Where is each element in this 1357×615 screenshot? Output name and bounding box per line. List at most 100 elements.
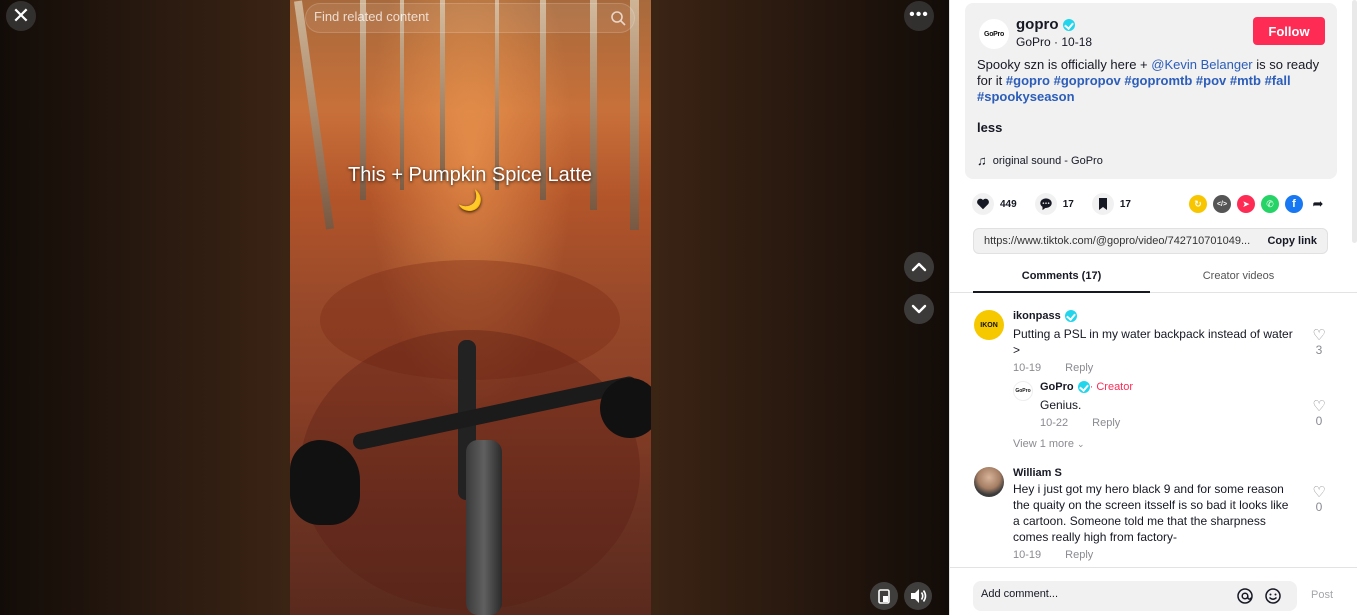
like-count: 449 xyxy=(1000,198,1017,210)
video-player[interactable]: This + Pumpkin Spice Latte 🌙 xyxy=(290,0,651,615)
details-panel: GoPro gopro GoPro · 10-18 Follow Spooky … xyxy=(949,0,1357,615)
left-glove xyxy=(290,440,360,525)
comment-text: Hey i just got my hero black 9 and for s… xyxy=(1013,482,1289,544)
tab-comments[interactable]: Comments (17) xyxy=(973,270,1150,293)
comment-composer: Post xyxy=(950,567,1357,615)
comment-input[interactable] xyxy=(981,588,1221,600)
mention-icon[interactable] xyxy=(1236,587,1254,605)
creator-label: · Creator xyxy=(1089,381,1134,393)
embed-icon[interactable]: </> xyxy=(1213,195,1231,213)
save-button[interactable]: 17 xyxy=(1091,193,1131,215)
comment-like-count: 0 xyxy=(1315,414,1323,428)
post-comment-button[interactable]: Post xyxy=(1311,589,1333,601)
comment-date: 10-22 xyxy=(1040,417,1069,429)
comment-button[interactable]: 17 xyxy=(1034,193,1074,215)
comment-like[interactable]: ♡ 0 xyxy=(1309,399,1329,428)
search-icon[interactable] xyxy=(610,10,626,26)
avatar[interactable]: GoPro xyxy=(1013,381,1033,401)
pip-button[interactable] xyxy=(870,582,898,610)
previous-video-button[interactable] xyxy=(904,252,934,282)
picture-in-picture-icon xyxy=(878,589,890,604)
comment-date: 10-19 xyxy=(1013,362,1042,374)
mention-link[interactable]: @Kevin Belanger xyxy=(1151,57,1252,72)
hashtag-link[interactable]: #gopromtb xyxy=(1124,73,1192,88)
chevron-down-icon: ⌄ xyxy=(1077,439,1085,449)
view-more-label: View 1 more xyxy=(1013,438,1074,450)
creator-avatar[interactable]: GoPro xyxy=(979,19,1009,49)
hashtag-link[interactable]: #mtb xyxy=(1230,73,1261,88)
copy-link-button[interactable]: Copy link xyxy=(1267,235,1317,247)
sound-link[interactable]: ♫ original sound - GoPro xyxy=(977,153,1103,168)
follow-button[interactable]: Follow xyxy=(1253,17,1325,45)
username-text: gopro xyxy=(1016,16,1059,33)
panel-tabs: Comments (17) Creator videos xyxy=(950,262,1357,293)
emoji-icon[interactable] xyxy=(1264,587,1282,605)
comment-author[interactable]: William S xyxy=(1013,467,1062,479)
engagement-actions: 449 17 17 xyxy=(972,193,1149,215)
whatsapp-icon[interactable]: ✆ xyxy=(1261,195,1279,213)
hashtag-link[interactable]: #gopro xyxy=(1006,73,1050,88)
video-stage: This + Pumpkin Spice Latte 🌙 ✕ ••• xyxy=(0,0,949,615)
post-info-card: GoPro gopro GoPro · 10-18 Follow Spooky … xyxy=(965,3,1337,179)
creator-username[interactable]: gopro xyxy=(1016,16,1075,33)
avatar-text: IKON xyxy=(980,321,998,329)
comment-date: 10-19 xyxy=(1013,549,1042,561)
bookmark-icon xyxy=(1091,193,1114,215)
music-note-icon: ♫ xyxy=(977,153,987,168)
reply-button[interactable]: Reply xyxy=(1065,362,1093,374)
tree-trunk xyxy=(294,0,334,230)
post-description: Spooky szn is officially here + @Kevin B… xyxy=(977,57,1329,105)
related-search-bar[interactable] xyxy=(305,3,635,33)
chevron-down-icon xyxy=(911,304,927,314)
search-input[interactable] xyxy=(314,9,594,24)
hashtag-link[interactable]: #fall xyxy=(1265,73,1291,88)
video-caption: This + Pumpkin Spice Latte 🌙 xyxy=(347,164,592,212)
avatar-logo-text: GoPro xyxy=(984,30,1004,38)
more-options-button[interactable]: ••• xyxy=(904,1,934,31)
repost-icon[interactable]: ↻ xyxy=(1189,195,1207,213)
hashtag-link[interactable]: #pov xyxy=(1196,73,1226,88)
reply-button[interactable]: Reply xyxy=(1092,417,1120,429)
save-count: 17 xyxy=(1119,198,1131,210)
facebook-icon[interactable]: f xyxy=(1285,195,1303,213)
avatar[interactable]: IKON xyxy=(974,310,1004,340)
comment-author[interactable]: GoPro · Creator xyxy=(1040,381,1134,394)
video-url[interactable]: https://www.tiktok.com/@gopro/video/7427… xyxy=(984,235,1252,247)
comment-author[interactable]: ikonpass xyxy=(1013,310,1077,323)
panel-scrollbar[interactable] xyxy=(1352,0,1357,243)
hashtag-link[interactable]: #spookyseason xyxy=(977,89,1075,104)
tab-creator-videos[interactable]: Creator videos xyxy=(1150,270,1327,282)
heart-icon xyxy=(972,193,994,215)
author-name: GoPro xyxy=(1040,381,1074,393)
comment-input-box[interactable] xyxy=(973,581,1297,611)
heart-outline-icon: ♡ xyxy=(1312,484,1326,501)
chevron-up-icon xyxy=(911,262,927,272)
video-link-box: https://www.tiktok.com/@gopro/video/7427… xyxy=(973,228,1328,254)
show-less-link[interactable]: less xyxy=(977,120,1002,135)
share-arrow-icon[interactable]: ➦ xyxy=(1309,195,1327,213)
share-options: ↻ </> ➤ ✆ f ➦ xyxy=(1189,195,1333,213)
avatar[interactable] xyxy=(974,467,1004,497)
volume-button[interactable] xyxy=(904,582,932,610)
like-button[interactable]: 449 xyxy=(972,193,1017,215)
next-video-button[interactable] xyxy=(904,294,934,324)
comment-meta: 10-19 Reply xyxy=(1013,362,1093,374)
heart-outline-icon: ♡ xyxy=(1312,398,1326,415)
reply-button[interactable]: Reply xyxy=(1065,549,1093,561)
comment-like[interactable]: ♡ 3 xyxy=(1309,328,1329,357)
hashtag-link[interactable]: #gopropov xyxy=(1054,73,1121,88)
comment-text: Genius. xyxy=(1040,398,1082,412)
post-date: 10-18 xyxy=(1061,35,1093,49)
comment-like-count: 3 xyxy=(1315,343,1323,357)
tree-trunk xyxy=(630,0,639,230)
view-more-replies[interactable]: View 1 more ⌄ xyxy=(1013,438,1085,450)
bike-fork xyxy=(466,440,502,615)
comment-text: Putting a PSL in my water backpack inste… xyxy=(1013,327,1293,357)
verified-badge-icon xyxy=(1064,310,1077,323)
description-text: Spooky szn is officially here + xyxy=(977,57,1152,72)
creator-meta: GoPro · 10-18 xyxy=(1016,35,1093,49)
right-glove xyxy=(600,378,651,438)
close-button[interactable]: ✕ xyxy=(6,1,36,31)
comment-like[interactable]: ♡ 0 xyxy=(1309,485,1329,514)
send-icon[interactable]: ➤ xyxy=(1237,195,1255,213)
